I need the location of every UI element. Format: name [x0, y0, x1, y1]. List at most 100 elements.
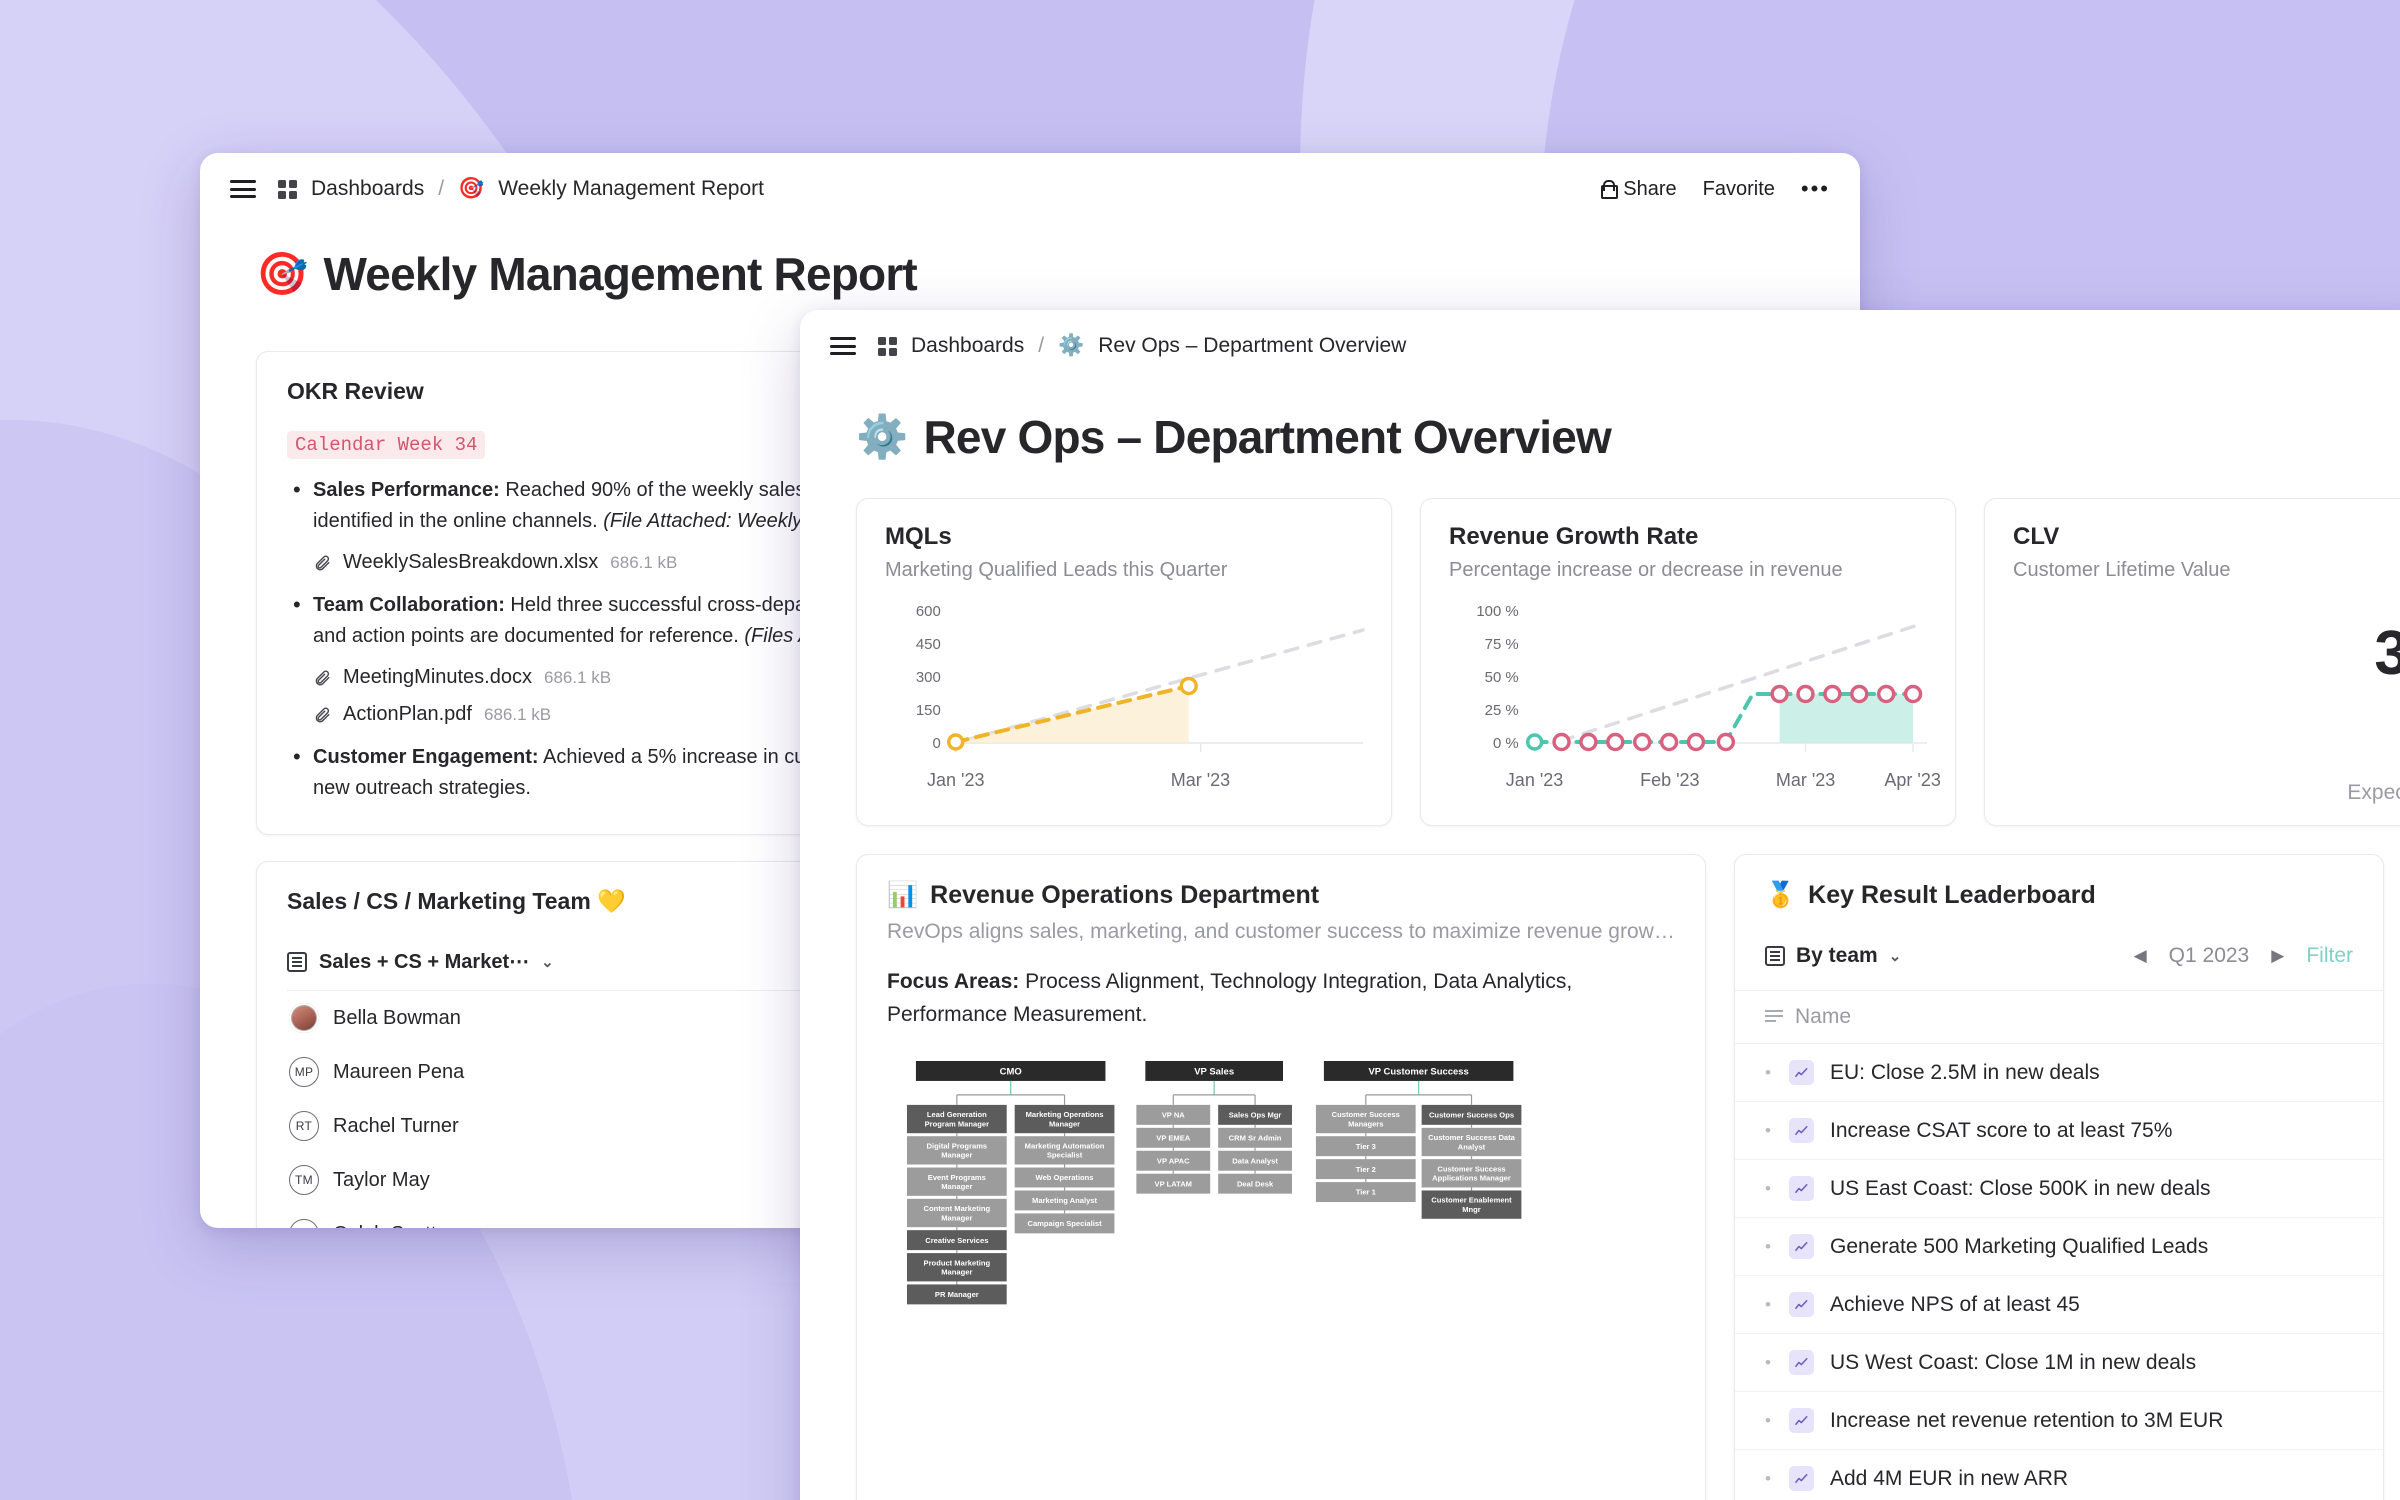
rgr-chart: 100 % 75 % 50 % 25 % 0 %: [1449, 600, 1927, 768]
org-node-label: Web Operations: [1036, 1173, 1094, 1182]
data-point: [1825, 687, 1840, 702]
x-tick: Mar '23: [1171, 770, 1230, 791]
org-node-label: VP NA: [1162, 1111, 1186, 1120]
org-node-label: Campaign Specialist: [1027, 1219, 1102, 1228]
data-point: [1528, 735, 1542, 749]
page-title-text: Weekly Management Report: [324, 247, 917, 301]
key-result-label: EU: Close 2.5M in new deals: [1830, 1061, 2100, 1085]
bullet-icon: •: [1765, 1121, 1773, 1141]
breadcrumb-current[interactable]: Rev Ops – Department Overview: [1098, 334, 1406, 358]
data-point: [1181, 679, 1196, 694]
paperclip-icon: [313, 554, 331, 572]
breadcrumb-root[interactable]: Dashboards: [311, 177, 424, 201]
leaderboard-rows: •EU: Close 2.5M in new deals•Increase CS…: [1735, 1044, 2383, 1500]
data-point: [1635, 735, 1650, 750]
clv-metric-card: CLV Customer Lifetime Value 38.6 EUR Exp…: [1984, 498, 2400, 826]
front-window-topbar: Dashboards / ⚙️ Rev Ops – Department Ove…: [800, 310, 2400, 382]
mqls-chart-svg: 600 450 300 150 0: [885, 600, 1363, 768]
list-view-icon: [287, 952, 307, 972]
key-result-label: US East Coast: Close 500K in new deals: [1830, 1177, 2211, 1201]
dept-heading-text: Revenue Operations Department: [930, 881, 1319, 910]
period-label: Q1 2023: [2169, 944, 2250, 968]
revenue-growth-rate-card: Revenue Growth Rate Percentage increase …: [1420, 498, 1956, 826]
more-options-icon[interactable]: •••: [1801, 182, 1830, 195]
attachment-size: 686.1 kB: [544, 668, 611, 688]
table-row[interactable]: •Generate 500 Marketing Qualified Leads: [1735, 1218, 2383, 1276]
menu-icon[interactable]: [230, 180, 256, 198]
filter-button[interactable]: Filter: [2306, 944, 2353, 968]
leaderboard-heading-text: Key Result Leaderboard: [1808, 881, 2096, 910]
org-node-label: VP Customer Success: [1368, 1067, 1468, 1078]
mqls-metric-card: MQLs Marketing Qualified Leads this Quar…: [856, 498, 1392, 826]
org-node-label: Sales Ops Mgr: [1229, 1111, 1282, 1120]
paperclip-icon: [313, 706, 331, 724]
dashboards-grid-icon[interactable]: [878, 337, 897, 356]
focus-label: Focus Areas:: [887, 970, 1019, 993]
table-row[interactable]: •EU: Close 2.5M in new deals: [1735, 1044, 2383, 1102]
clv-currency: EUR: [2013, 699, 2400, 725]
focus-areas: Focus Areas: Process Alignment, Technolo…: [887, 966, 1675, 1031]
y-tick: 600: [916, 603, 941, 620]
rgr-x-labels: Jan '23 Feb '23 Mar '23 Apr '23: [1449, 770, 1927, 792]
mqls-subtitle: Marketing Qualified Leads this Quarter: [885, 559, 1363, 582]
key-result-chart-icon: [1789, 1118, 1814, 1143]
org-node-label: Tier 2: [1356, 1165, 1376, 1174]
attachment-size: 686.1 kB: [484, 705, 551, 725]
dept-heading: 📊 Revenue Operations Department: [887, 881, 1675, 910]
table-row[interactable]: •Add 4M EUR in new ARR: [1735, 1450, 2383, 1500]
breadcrumb-separator: /: [438, 177, 444, 201]
bullet-icon: •: [1765, 1237, 1773, 1257]
menu-icon[interactable]: [830, 337, 856, 355]
org-chart-svg[interactable]: CMOLead GenerationProgram ManagerDigital…: [887, 1057, 1675, 1500]
data-point: [1879, 687, 1894, 702]
org-node-label: VP APAC: [1157, 1157, 1190, 1166]
medal-icon: 🥇: [1765, 881, 1796, 910]
org-node-label: Lead GenerationProgram Manager: [925, 1110, 989, 1128]
data-point: [1688, 735, 1703, 750]
org-node-label: Customer Success Ops: [1429, 1111, 1514, 1120]
x-tick: Feb '23: [1640, 770, 1699, 791]
rev-ops-overview-window[interactable]: Dashboards / ⚙️ Rev Ops – Department Ove…: [800, 310, 2400, 1500]
previous-period-button[interactable]: ◀: [2134, 946, 2147, 966]
favorite-button[interactable]: Favorite: [1703, 178, 1775, 201]
table-row[interactable]: •Increase net revenue retention to 3M EU…: [1735, 1392, 2383, 1450]
table-row[interactable]: •US East Coast: Close 500K in new deals: [1735, 1160, 2383, 1218]
data-point: [1554, 735, 1569, 750]
key-result-chart-icon: [1789, 1466, 1814, 1491]
column-name-label: Name: [1795, 1005, 1851, 1029]
avatar: RT: [289, 1111, 319, 1141]
org-node-label: VP LATAM: [1155, 1179, 1192, 1188]
paperclip-icon: [313, 669, 331, 687]
okr-item-label: Customer Engagement:: [313, 746, 539, 768]
y-tick: 100 %: [1476, 603, 1518, 620]
org-node-label: Tier 3: [1356, 1142, 1376, 1151]
share-button[interactable]: Share: [1599, 178, 1676, 201]
table-row[interactable]: •Achieve NPS of at least 45: [1735, 1276, 2383, 1334]
table-row[interactable]: •US West Coast: Close 1M in new deals: [1735, 1334, 2383, 1392]
data-point: [1581, 735, 1596, 750]
rgr-chart-svg: 100 % 75 % 50 % 25 % 0 %: [1449, 600, 1927, 768]
y-tick: 0 %: [1493, 735, 1519, 752]
data-point: [1608, 735, 1623, 750]
x-tick: Mar '23: [1776, 770, 1835, 791]
next-period-button[interactable]: ▶: [2271, 946, 2284, 966]
group-by-selector[interactable]: By team ⌄: [1765, 944, 1901, 968]
data-point: [1852, 687, 1867, 702]
attachment-name: WeeklySalesBreakdown.xlsx: [343, 551, 598, 574]
key-result-chart-icon: [1789, 1176, 1814, 1201]
breadcrumb-current[interactable]: Weekly Management Report: [498, 177, 764, 201]
bar-chart-icon: 📊: [887, 881, 918, 910]
breadcrumb-separator: /: [1038, 334, 1044, 358]
table-row[interactable]: •Increase CSAT score to at least 75%: [1735, 1102, 2383, 1160]
back-window-topbar: Dashboards / 🎯 Weekly Management Report …: [200, 153, 1860, 225]
content-row: 📊 Revenue Operations Department RevOps a…: [856, 854, 2384, 1500]
org-node-label: VP Sales: [1194, 1067, 1234, 1078]
key-result-label: Achieve NPS of at least 45: [1830, 1293, 2080, 1317]
dashboards-grid-icon[interactable]: [278, 180, 297, 199]
attachment-size: 686.1 kB: [610, 553, 677, 573]
org-node-label: CRM Sr Admin: [1229, 1134, 1282, 1143]
breadcrumb-root[interactable]: Dashboards: [911, 334, 1024, 358]
key-result-label: Increase net revenue retention to 3M EUR: [1830, 1409, 2223, 1433]
mqls-x-labels: Jan '23 Mar '23: [885, 770, 1363, 792]
key-result-leaderboard-card: 🥇 Key Result Leaderboard By team ⌄ ◀ Q1 …: [1734, 854, 2384, 1500]
